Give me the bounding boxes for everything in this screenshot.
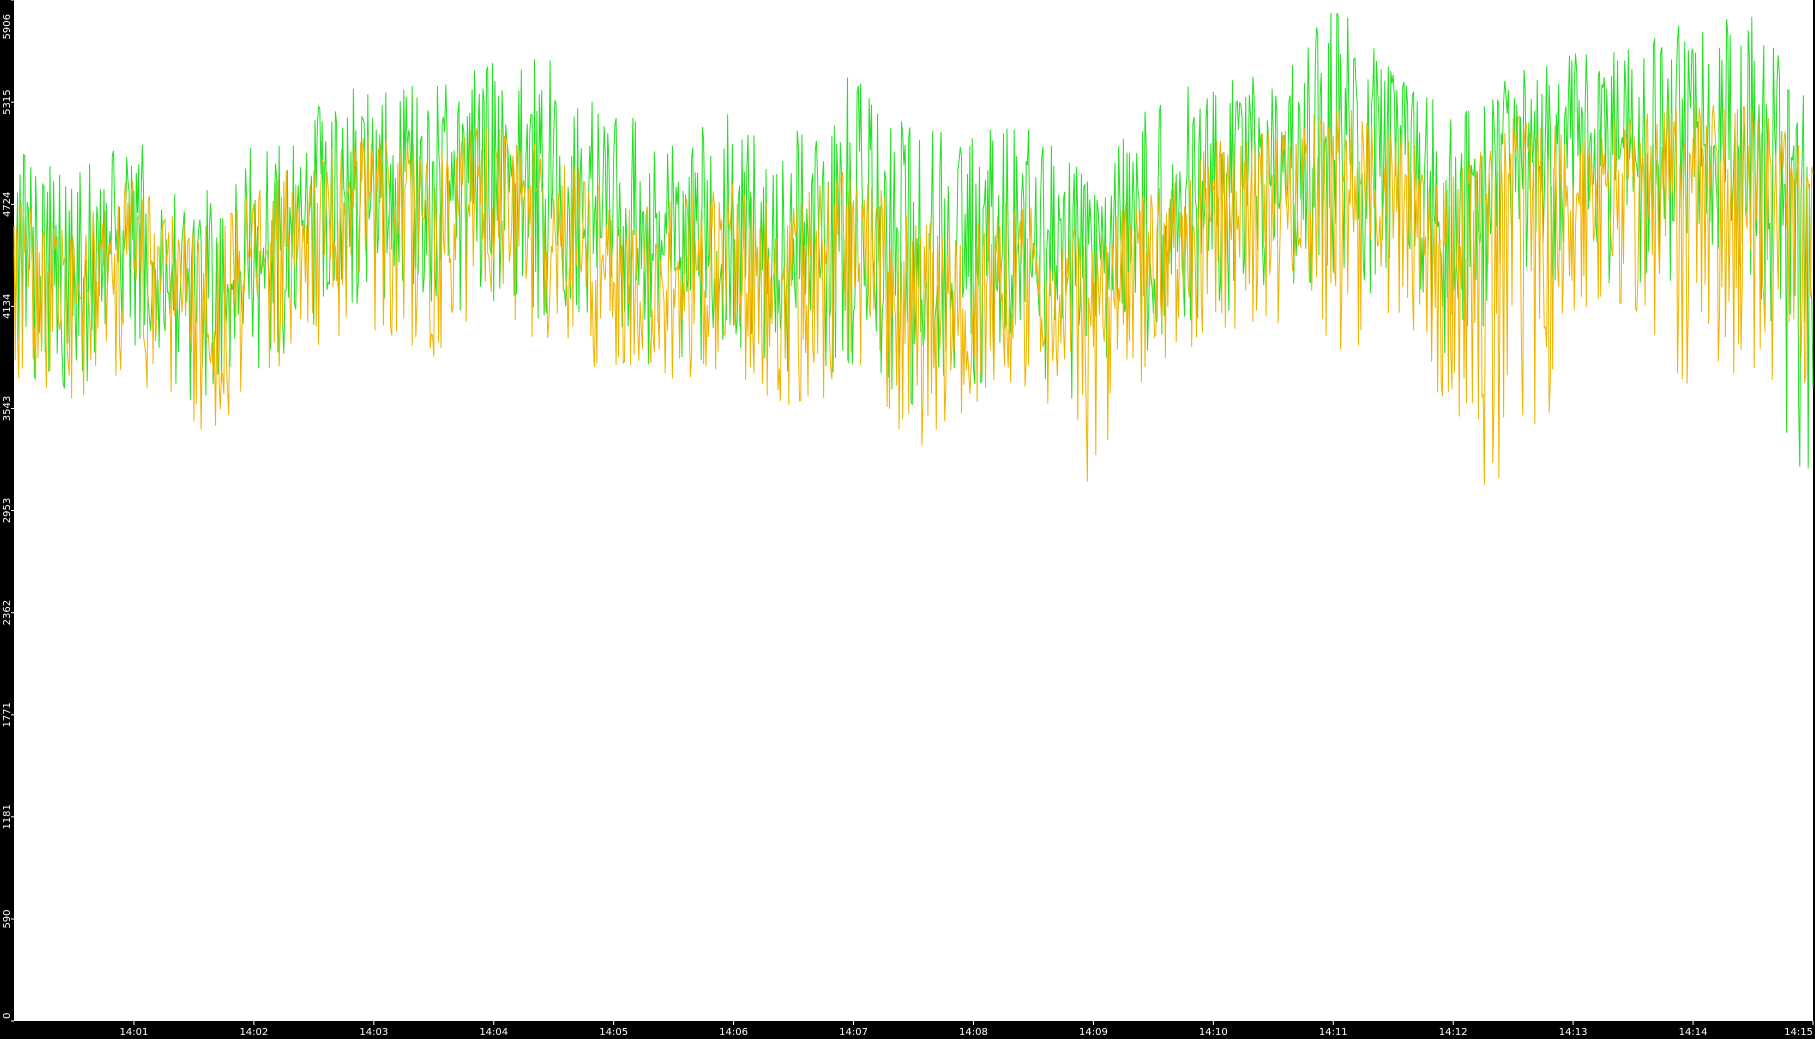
x-tick-label: 14:03 (359, 1027, 388, 1038)
y-tick-label: 5315 (2, 89, 13, 114)
x-tick-label: 14:02 (239, 1027, 268, 1038)
y-tick-label: 4134 (2, 294, 13, 319)
x-tick-label: 14:06 (719, 1027, 748, 1038)
x-tick-label: 14:08 (959, 1027, 988, 1038)
y-tick-label: 2953 (2, 498, 13, 523)
x-tick-label: 14:12 (1439, 1027, 1468, 1038)
x-tick-label: 14:07 (839, 1027, 868, 1038)
y-tick-label: 2362 (2, 600, 13, 625)
y-tick-label: 1181 (2, 804, 13, 829)
x-tick-label: 14:05 (599, 1027, 628, 1038)
x-tick-label: 14:04 (479, 1027, 508, 1038)
x-tick-label: 14:13 (1559, 1027, 1588, 1038)
y-tick-label: 1771 (2, 702, 13, 727)
y-tick-label: 590 (2, 909, 13, 928)
y-tick-label: 0 (2, 1013, 13, 1019)
time-series-chart: 0 590 1181 1771 2362 2953 3543 4134 4724 5315 5906… (2, 0, 1814, 1038)
y-tick-label: 4724 (2, 192, 13, 217)
chart-window: 0 590 1181 1771 2362 2953 3543 4134 4724 5315 5906… (0, 0, 1815, 1039)
x-tick-label: 14:10 (1199, 1027, 1228, 1038)
y-axis: 0 590 1181 1771 2362 2953 3543 4134 4724 5315 5906 (2, 0, 14, 1022)
y-tick-label: 3543 (2, 396, 13, 421)
x-tick-label: 14:11 (1319, 1027, 1348, 1038)
x-tick-label: 14:09 (1079, 1027, 1108, 1038)
y-tick-label: 5906 (2, 14, 13, 39)
x-axis: 14:01 14:02 14:03 14:04 14:05 14:06 14:07 14:08… (120, 1021, 1814, 1038)
x-tick-label: 14:14 (1679, 1027, 1708, 1038)
plot-background (14, 0, 1813, 1021)
x-tick-label: 14:01 (120, 1027, 149, 1038)
x-tick-label: 14:15 (1784, 1027, 1813, 1038)
